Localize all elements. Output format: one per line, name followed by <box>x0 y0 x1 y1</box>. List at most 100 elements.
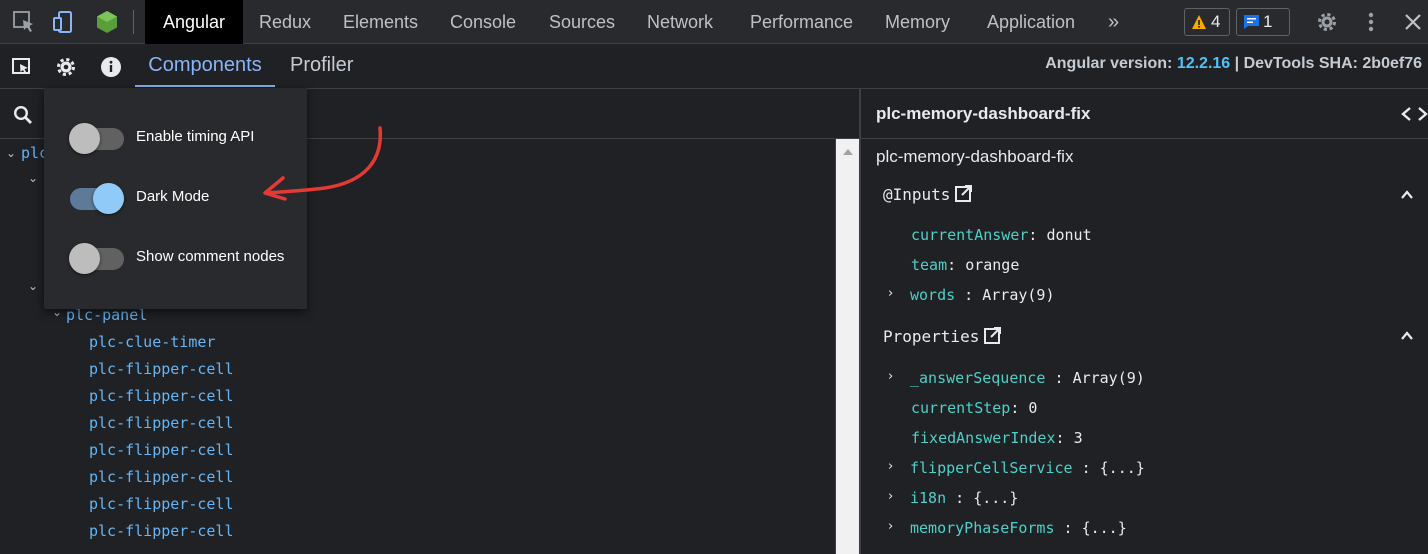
angular-devtools-icon <box>97 11 117 33</box>
properties-pane: plc-memory-dashboard-fix plc-memory-dash… <box>861 89 1428 554</box>
input-sep: : <box>947 256 957 274</box>
chevron-down-icon[interactable]: ⌄ <box>28 171 38 185</box>
tree-node[interactable]: plc-flipper-cell <box>89 360 234 378</box>
chevron-down-icon[interactable]: ⌄ <box>6 146 16 160</box>
expand-chevron-icon[interactable]: › <box>888 519 893 534</box>
tab-console[interactable]: Console <box>450 0 516 44</box>
settings-gear-icon[interactable] <box>55 56 77 78</box>
property-value[interactable]: 0 <box>1028 399 1037 417</box>
toggle-knob[interactable] <box>69 243 100 274</box>
property-key: _answerSequence <box>910 369 1046 387</box>
property-key: memoryPhaseForms <box>910 519 1055 537</box>
expand-chevron-icon[interactable]: › <box>888 286 893 301</box>
property-row[interactable]: › memoryPhaseForms : {...} <box>888 519 1127 537</box>
expand-chevron-icon[interactable]: › <box>888 369 893 384</box>
input-sep: : <box>1028 226 1038 244</box>
property-row[interactable]: › _answerSequence : Array(9) <box>888 369 1145 387</box>
tree-node[interactable]: plc-flipper-cell <box>89 414 234 432</box>
property-key: i18n <box>910 489 947 507</box>
toggle-label: Dark Mode <box>136 188 210 205</box>
selected-component-title: plc-memory-dashboard-fix <box>876 104 1091 123</box>
angular-toolbar: Components Profiler Angular version: 12.… <box>0 44 1428 89</box>
property-value: {...} <box>1099 459 1145 477</box>
tree-node[interactable]: plc-flipper-cell <box>89 495 234 513</box>
version-label: Angular version: <box>1045 55 1173 72</box>
device-toolbar-icon[interactable] <box>52 10 76 34</box>
input-value[interactable]: orange <box>965 256 1019 274</box>
property-sep: : <box>946 489 965 507</box>
inspect-component-icon[interactable] <box>11 56 33 78</box>
inputs-section-header[interactable]: @Inputs <box>883 184 973 204</box>
property-key: flipperCellService <box>910 459 1073 477</box>
property-value: {...} <box>973 489 1019 507</box>
expand-chevron-icon[interactable]: › <box>888 459 893 474</box>
tab-memory[interactable]: Memory <box>885 0 950 44</box>
devtools-sha: | DevTools SHA: 2b0ef76 <box>1234 55 1422 72</box>
property-row: currentStep: 0 <box>911 399 1037 417</box>
tree-node[interactable]: plc-flipper-cell <box>89 468 234 486</box>
more-options-icon[interactable] <box>1361 10 1381 34</box>
input-sep: : <box>955 286 974 304</box>
collapse-chevron-up-icon[interactable] <box>1400 329 1414 343</box>
tree-scrollbar[interactable] <box>835 139 859 554</box>
info-icon[interactable] <box>100 56 122 78</box>
tab-application[interactable]: Application <box>987 0 1075 44</box>
tree-node[interactable]: plc-flipper-cell <box>89 387 234 405</box>
input-value[interactable]: donut <box>1046 226 1091 244</box>
property-key: currentStep <box>911 399 1011 417</box>
devtools-tab-bar: Angular Redux Elements Console Sources N… <box>0 0 1428 44</box>
more-tabs-button[interactable]: » <box>1108 0 1119 44</box>
inspect-element-icon[interactable] <box>12 10 36 34</box>
property-key: fixedAnswerIndex <box>911 429 1056 447</box>
messages-count: 1 <box>1263 12 1273 31</box>
tree-node[interactable]: plc-clue-timer <box>89 333 215 351</box>
open-external-icon[interactable] <box>954 184 973 203</box>
property-sep: : <box>1072 459 1091 477</box>
devtools-settings-gear-icon[interactable] <box>1315 10 1339 34</box>
collapse-chevron-up-icon[interactable] <box>1400 188 1414 202</box>
open-external-icon[interactable] <box>983 326 1002 345</box>
toggle-knob[interactable] <box>69 123 100 154</box>
warnings-badge[interactable]: 4 <box>1184 8 1230 36</box>
property-sep: : <box>1055 429 1065 447</box>
chevron-down-icon[interactable]: ⌄ <box>28 279 38 293</box>
tab-elements[interactable]: Elements <box>343 0 418 44</box>
properties-section-header[interactable]: Properties <box>883 326 1002 346</box>
input-value: Array(9) <box>982 286 1055 304</box>
input-row: currentAnswer: donut <box>911 226 1092 244</box>
expand-chevron-icon[interactable]: › <box>888 489 893 504</box>
property-sep: : <box>1045 369 1064 387</box>
input-key: words <box>910 286 956 304</box>
property-value: {...} <box>1081 519 1127 537</box>
code-view-icon[interactable] <box>1401 106 1428 122</box>
property-row: fixedAnswerIndex: 3 <box>911 429 1083 447</box>
toolbar-separator <box>133 10 134 34</box>
tab-redux[interactable]: Redux <box>259 0 311 44</box>
inputs-header-label: @Inputs <box>883 185 951 204</box>
show-comment-nodes-toggle[interactable]: Show comment nodes <box>44 238 307 278</box>
tab-components[interactable]: Components <box>135 44 275 87</box>
toggle-knob[interactable] <box>93 183 124 214</box>
tab-profiler[interactable]: Profiler <box>290 44 353 87</box>
input-row: team: orange <box>911 256 1019 274</box>
input-row[interactable]: › words : Array(9) <box>888 286 1055 304</box>
warning-icon <box>1192 15 1206 29</box>
tab-sources[interactable]: Sources <box>549 0 615 44</box>
tree-node[interactable]: plc-flipper-cell <box>89 441 234 459</box>
property-sep: : <box>1010 399 1020 417</box>
properties-header-label: Properties <box>883 327 980 346</box>
property-sep: : <box>1054 519 1073 537</box>
search-icon[interactable] <box>13 105 33 125</box>
messages-badge[interactable]: 1 <box>1236 8 1290 36</box>
tab-network[interactable]: Network <box>647 0 713 44</box>
annotation-arrow <box>263 126 383 201</box>
scroll-up-arrow-icon[interactable] <box>843 149 853 155</box>
property-row[interactable]: › i18n : {...} <box>888 489 1019 507</box>
tab-angular[interactable]: Angular <box>145 0 244 44</box>
tab-performance[interactable]: Performance <box>750 0 853 44</box>
version-info: Angular version: 12.2.16 | DevTools SHA:… <box>1045 55 1422 73</box>
close-devtools-icon[interactable] <box>1403 12 1423 32</box>
property-row[interactable]: › flipperCellService : {...} <box>888 459 1145 477</box>
property-value[interactable]: 3 <box>1074 429 1083 447</box>
tree-node[interactable]: plc-flipper-cell <box>89 522 234 540</box>
